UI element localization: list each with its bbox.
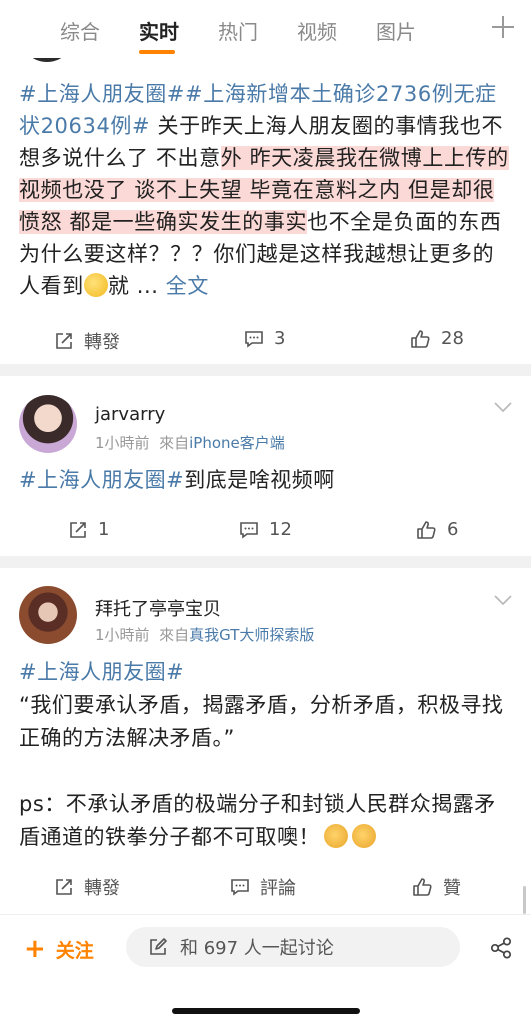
- like-icon: [411, 329, 430, 348]
- topic-link[interactable]: #上海人朋友圈#: [19, 82, 185, 106]
- discuss-label: 和 697 人一起讨论: [180, 938, 334, 959]
- follow-label: 关注: [55, 939, 94, 962]
- edit-icon: [150, 938, 167, 955]
- post-time: 1小時前: [95, 626, 150, 644]
- like-icon: [417, 520, 436, 539]
- like-count: 28: [441, 328, 464, 349]
- full-text-link[interactable]: 全文: [166, 274, 209, 298]
- repost-button[interactable]: 1: [68, 519, 109, 540]
- plus-icon: +: [24, 934, 46, 964]
- follow-button[interactable]: + 关注: [24, 934, 94, 964]
- tab-images[interactable]: 图片: [376, 16, 416, 45]
- like-button[interactable]: 贊: [412, 874, 461, 900]
- post-text: #上海人朋友圈#到底是啥视频啊: [19, 464, 511, 497]
- post-text-segment: 就 ...: [107, 274, 159, 298]
- repost-icon: [56, 333, 72, 349]
- chevron-down-icon[interactable]: [494, 594, 512, 606]
- comment-icon: [245, 330, 263, 348]
- username[interactable]: 拜托了亭亭宝贝: [95, 595, 221, 621]
- post-text: #上海人朋友圈##上海新增本土确诊2736例无症状20634例# 关于昨天上海人…: [19, 78, 511, 302]
- emoji-icon: [324, 824, 348, 848]
- post-actions: 1 12 6: [0, 511, 531, 551]
- emoji-icon: [352, 824, 376, 848]
- topic-link[interactable]: #上海人朋友圈#: [19, 660, 184, 684]
- avatar[interactable]: [19, 586, 77, 644]
- post-actions: 轉發 3 28: [0, 320, 531, 360]
- like-label: 贊: [443, 878, 461, 899]
- post-separator: [0, 556, 531, 568]
- post-text-segment: 到底是啥视频啊: [184, 468, 335, 492]
- tab-bar: 综合 实时 热门 视频 图片: [0, 0, 531, 58]
- post-topic-line: #上海人朋友圈#: [19, 656, 511, 689]
- post-text-segment: ps：不承认矛盾的极端分子和封锁人民群众揭露矛盾通道的铁拳分子都不可取噢！: [19, 792, 496, 849]
- like-count: 6: [447, 519, 459, 540]
- post-separator: [0, 364, 531, 376]
- username[interactable]: jarvarry: [95, 404, 165, 425]
- source-prefix: 來自: [159, 434, 190, 452]
- post-quote: “我们要承认矛盾，揭露矛盾，分析矛盾，积极寻找正确的方法解决矛盾。”: [19, 693, 504, 750]
- post-actions: 轉發 評論 贊: [0, 866, 531, 906]
- post-meta: 1小時前 來自iPhone客户端: [95, 432, 285, 453]
- like-icon: [413, 878, 432, 896]
- post-time: 1小時前: [95, 434, 150, 452]
- comment-count: 3: [274, 328, 286, 349]
- bottom-bar: + 关注 和 697 人一起讨论: [0, 914, 531, 1024]
- active-tab-indicator: [139, 50, 175, 54]
- comment-button[interactable]: 12: [239, 519, 292, 540]
- like-button[interactable]: 28: [410, 328, 464, 349]
- comment-count: 12: [269, 519, 292, 540]
- plus-icon[interactable]: [492, 16, 514, 38]
- tab-hot[interactable]: 热门: [218, 16, 258, 45]
- comment-button[interactable]: 3: [244, 328, 285, 349]
- scrollbar[interactable]: [523, 886, 526, 914]
- comment-button[interactable]: 評論: [230, 874, 296, 900]
- comment-icon: [231, 879, 249, 896]
- tab-all[interactable]: 综合: [60, 16, 100, 45]
- tab-video[interactable]: 视频: [297, 16, 337, 45]
- home-indicator: [172, 1008, 360, 1014]
- chevron-down-icon[interactable]: [494, 401, 512, 413]
- repost-label: 轉發: [84, 332, 120, 353]
- share-icon[interactable]: [489, 936, 513, 960]
- comment-label: 評論: [260, 878, 296, 899]
- smile-emoji-icon: [83, 273, 108, 297]
- repost-button[interactable]: 轉發: [54, 874, 120, 900]
- repost-icon: [70, 521, 86, 538]
- comment-icon: [240, 521, 258, 539]
- like-button[interactable]: 6: [416, 519, 458, 540]
- repost-button[interactable]: 轉發: [54, 328, 120, 354]
- repost-label: 轉發: [84, 878, 120, 899]
- topic-link[interactable]: #上海人朋友圈#: [19, 468, 184, 492]
- post-source[interactable]: 真我GT大师探索版: [189, 626, 314, 644]
- repost-icon: [56, 879, 72, 895]
- post-meta: 1小時前 來自真我GT大师探索版: [95, 624, 314, 645]
- post-source[interactable]: iPhone客户端: [189, 434, 285, 452]
- avatar[interactable]: [19, 395, 77, 453]
- repost-count: 1: [98, 519, 110, 540]
- post-text: ps：不承认矛盾的极端分子和封锁人民群众揭露矛盾通道的铁拳分子都不可取噢！: [19, 788, 511, 854]
- discuss-input[interactable]: 和 697 人一起讨论: [126, 927, 460, 967]
- tab-realtime[interactable]: 实时: [139, 16, 179, 45]
- source-prefix: 來自: [159, 626, 190, 644]
